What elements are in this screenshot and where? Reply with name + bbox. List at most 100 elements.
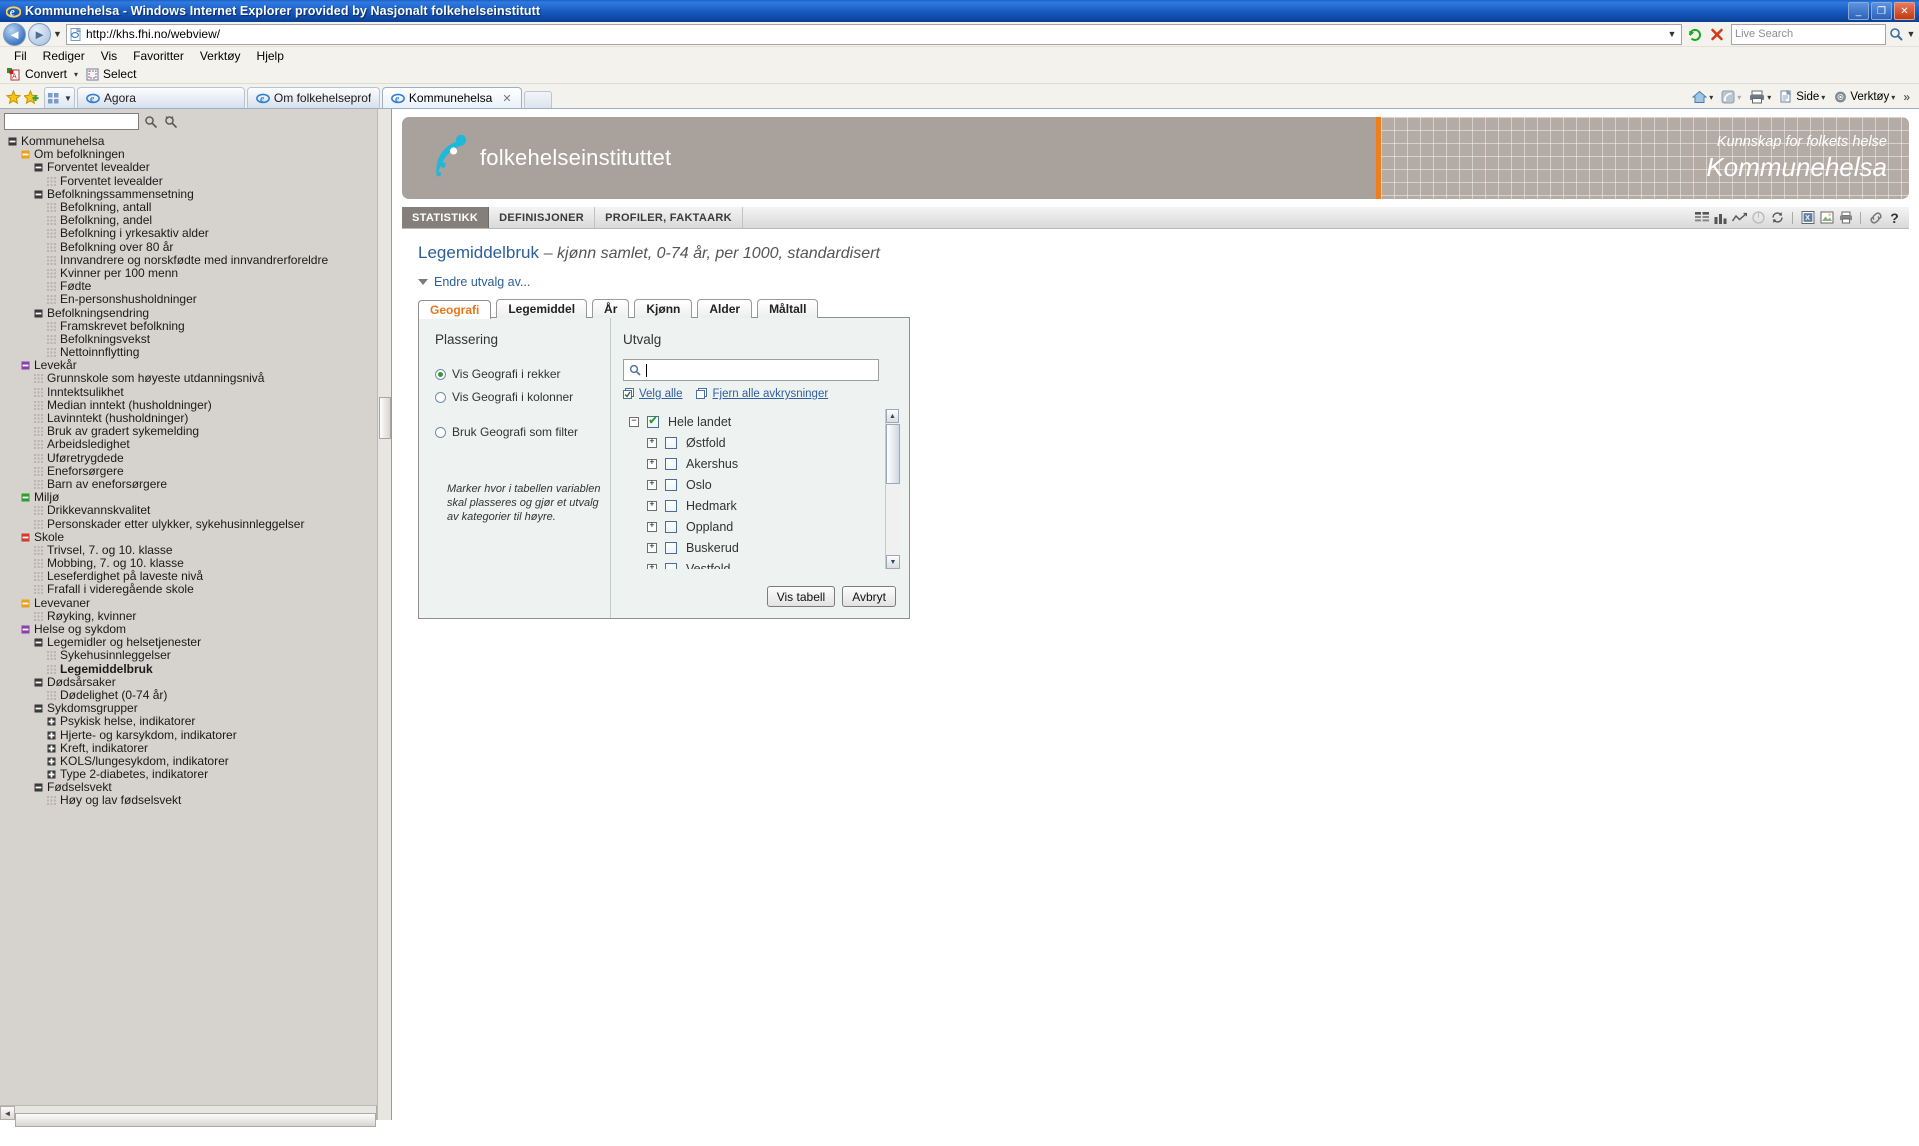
collapse-node-icon[interactable] <box>21 533 30 542</box>
page-menu-chevron-icon[interactable]: ▾ <box>1821 93 1825 102</box>
expand-node-icon[interactable] <box>47 757 56 766</box>
collapse-node-icon[interactable] <box>34 783 43 792</box>
sidebar-tree-item[interactable]: Helse og sykdom <box>0 623 391 636</box>
back-button[interactable]: ◄ <box>3 22 26 46</box>
leaf-node-icon[interactable] <box>34 453 43 463</box>
tab-close-icon[interactable]: ✕ <box>502 92 511 105</box>
sidebar-tree-item[interactable]: Befolkning, andel <box>0 214 391 227</box>
tools-menu-chevron-icon[interactable]: ▾ <box>1891 93 1895 102</box>
sidebar-tree-item[interactable]: Trivsel, 7. og 10. klasse <box>0 543 391 557</box>
menu-item-rediger[interactable]: Rediger <box>35 48 93 64</box>
sidebar-search-icon[interactable] <box>143 114 159 130</box>
line-chart-icon[interactable] <box>1731 210 1748 226</box>
refresh-icon[interactable] <box>1769 210 1786 226</box>
dialog-tab--r[interactable]: År <box>592 299 630 318</box>
sidebar-vertical-scrollbar[interactable] <box>377 109 391 1120</box>
leaf-node-icon[interactable] <box>47 796 56 806</box>
sidebar-tree-item[interactable]: Type 2-diabetes, indikatorer <box>0 768 391 781</box>
leaf-node-icon[interactable] <box>47 242 56 252</box>
sidebar-tree-item[interactable]: Levevaner <box>0 596 391 610</box>
leaf-node-icon[interactable] <box>47 651 56 661</box>
selection-search-field[interactable] <box>623 359 879 381</box>
scroll-down-arrow-icon[interactable]: ▼ <box>886 555 900 569</box>
sidebar-tree-item[interactable]: Kommunehelsa <box>0 135 391 148</box>
collapse-node-icon[interactable] <box>8 137 17 146</box>
dialog-tab-kj-nn[interactable]: Kjønn <box>634 299 693 318</box>
sidebar-tree-item[interactable]: Inntektsulikhet <box>0 385 391 399</box>
leaf-node-icon[interactable] <box>47 321 56 331</box>
geography-checkbox[interactable] <box>665 499 677 512</box>
leaf-node-icon[interactable] <box>34 479 43 489</box>
expand-node-icon[interactable]: + <box>647 563 657 569</box>
radio-vis-i-kolonner[interactable] <box>435 391 446 403</box>
leaf-node-icon[interactable] <box>47 690 56 700</box>
leaf-node-icon[interactable] <box>34 519 43 529</box>
sidebar-tree-item[interactable]: Fødselsvekt <box>0 781 391 794</box>
clear-all-link[interactable]: Fjern alle avkrysninger <box>696 388 828 400</box>
geography-checkbox[interactable] <box>665 520 677 533</box>
menu-item-vis[interactable]: Vis <box>93 48 125 64</box>
change-selection-toggle[interactable]: Endre utvalg av... <box>418 275 1909 289</box>
convert-button[interactable]: A Convert <box>5 67 72 81</box>
dialog-tab-geografi[interactable]: Geografi <box>418 300 492 319</box>
change-selection-label[interactable]: Endre utvalg av... <box>434 275 530 289</box>
sidebar-tree[interactable]: Kommunehelsa Om befolkningen Forventet lev… <box>0 131 391 1105</box>
radio-vis-i-rekker[interactable] <box>435 368 446 380</box>
search-icon[interactable] <box>1886 24 1906 45</box>
geography-tree-row[interactable]: + Buskerud <box>623 537 885 558</box>
add-to-favorites-icon[interactable] <box>22 86 40 108</box>
leaf-node-icon[interactable] <box>47 295 56 305</box>
collapse-node-icon[interactable] <box>34 163 43 172</box>
sidebar-tree-item[interactable]: Skole <box>0 530 391 544</box>
collapse-node-icon[interactable]: − <box>629 416 639 427</box>
dialog-tab-m-ltall[interactable]: Måltall <box>757 299 819 318</box>
expand-node-icon[interactable]: + <box>647 437 657 448</box>
leaf-node-icon[interactable] <box>47 229 56 239</box>
link-icon[interactable] <box>1867 210 1884 226</box>
geography-checkbox[interactable] <box>665 436 677 449</box>
leaf-node-icon[interactable] <box>34 559 43 569</box>
sidebar-horizontal-scrollbar[interactable]: ◄ ► <box>0 1105 391 1127</box>
scroll-left-arrow-icon[interactable]: ◄ <box>0 1106 15 1120</box>
sidebar-tree-item[interactable]: Hjerte- og karsykdom, indikatorer <box>0 728 391 741</box>
sidebar-advanced-search-icon[interactable] <box>163 114 179 130</box>
expand-node-icon[interactable] <box>47 770 56 779</box>
sidebar-tree-item[interactable]: Miljø <box>0 491 391 504</box>
close-button[interactable]: ✕ <box>1894 2 1915 20</box>
sidebar-tree-item[interactable]: Bruk av gradert sykemelding <box>0 425 391 438</box>
expand-node-icon[interactable]: + <box>647 479 657 490</box>
sidebar-tree-item[interactable]: Mobbing, 7. og 10. klasse <box>0 557 391 570</box>
leaf-node-icon[interactable] <box>47 255 56 265</box>
print-icon[interactable] <box>1837 210 1854 226</box>
sidebar-tree-item[interactable]: Befolkningssammensetning <box>0 187 391 201</box>
home-chevron-icon[interactable]: ▾ <box>1709 93 1713 102</box>
sidebar-tree-item[interactable]: Befolkning over 80 år <box>0 240 391 254</box>
sidebar-tree-item[interactable]: Legemidler og helsetjenester <box>0 636 391 649</box>
placement-option-rows[interactable]: Vis Geografi i kolonner <box>435 390 610 404</box>
expand-node-icon[interactable] <box>47 717 56 726</box>
refresh-button[interactable] <box>1684 24 1706 45</box>
sidebar-tree-item[interactable]: Høy og lav fødselsvekt <box>0 794 391 807</box>
sidebar-tree-item[interactable]: Forventet levealder <box>0 174 391 188</box>
menu-item-favoritter[interactable]: Favoritter <box>125 48 192 64</box>
leaf-node-icon[interactable] <box>34 585 43 595</box>
geography-tree-row[interactable]: + Oslo <box>623 474 885 495</box>
sidebar-tree-item[interactable]: Befolkning, antall <box>0 201 391 214</box>
sidebar-tree-item[interactable]: Dødsårsaker <box>0 675 391 689</box>
browser-tab-kommunehelsa[interactable]: e Kommunehelsa ✕ <box>381 87 522 108</box>
expand-node-icon[interactable]: + <box>647 542 657 553</box>
quick-tabs-button[interactable]: ▼ <box>44 87 75 108</box>
toolbar-overflow-icon[interactable]: » <box>1900 90 1913 104</box>
sidebar-tree-item[interactable]: Arbeidsledighet <box>0 438 391 451</box>
leaf-node-icon[interactable] <box>34 506 43 516</box>
radio-bruk-som-filter[interactable] <box>435 426 446 438</box>
url-bar[interactable]: http://khs.fhi.no/webview/ ▼ <box>66 23 1682 45</box>
menu-item-hjelp[interactable]: Hjelp <box>249 48 292 64</box>
leaf-node-icon[interactable] <box>34 387 43 397</box>
new-tab-button[interactable] <box>523 91 552 108</box>
url-dropdown-chevron-icon[interactable]: ▼ <box>1665 29 1679 39</box>
sidebar-tree-item[interactable]: Legemiddelbruk <box>0 662 391 676</box>
tab-list-chevron-icon[interactable]: ▼ <box>64 94 72 103</box>
sidebar-tree-item[interactable]: Drikkevannskvalitet <box>0 504 391 517</box>
geography-tree-row[interactable]: − ✔ Hele landet <box>623 411 885 432</box>
